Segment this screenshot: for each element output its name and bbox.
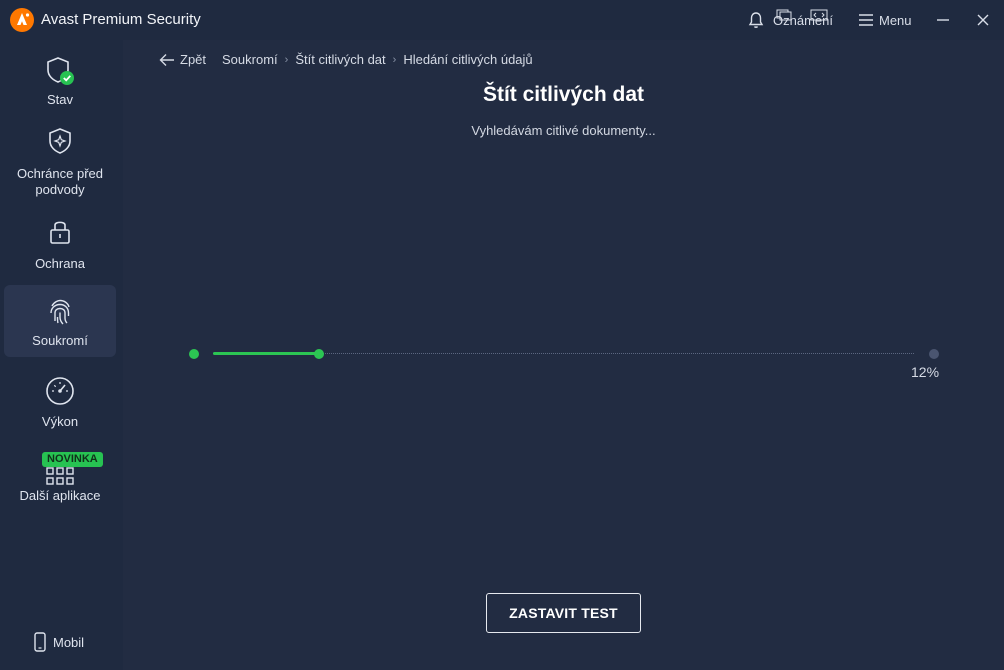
minimize-icon[interactable] bbox=[936, 0, 950, 40]
page-title: Štít citlivých dat bbox=[482, 83, 645, 106]
sidebar-item-label: Ochránce před podvody bbox=[17, 166, 103, 197]
notifications-button[interactable]: Oznámení bbox=[773, 0, 833, 40]
sidebar-item-label: Ochrana bbox=[35, 256, 85, 271]
sidebar-item-label: Soukromí bbox=[32, 333, 88, 348]
lock-icon bbox=[50, 221, 70, 244]
scan-progress-bar bbox=[189, 349, 939, 359]
fingerprint-icon bbox=[50, 299, 70, 325]
arrow-left-icon bbox=[159, 53, 174, 66]
chevron-right-icon: › bbox=[392, 53, 397, 66]
sidebar-item-label: Stav bbox=[46, 92, 73, 107]
bell-icon[interactable] bbox=[746, 0, 766, 40]
shield-check-icon bbox=[47, 57, 74, 85]
sidebar-item-label: Další aplikace bbox=[19, 488, 101, 503]
scan-status: Vyhledávám citlivé dokumenty... bbox=[471, 123, 656, 138]
shield-sparkle-icon bbox=[49, 128, 71, 154]
stop-scan-button[interactable]: ZASTAVIT TEST bbox=[486, 593, 641, 633]
sidebar-item-protection[interactable]: Ochrana bbox=[4, 216, 116, 272]
breadcrumb-item[interactable]: Štít citlivých dat bbox=[295, 52, 385, 67]
menu-button[interactable]: Menu bbox=[879, 0, 912, 40]
mobile-link[interactable]: Mobil bbox=[34, 632, 84, 652]
gauge-icon bbox=[46, 377, 74, 405]
avast-logo-icon bbox=[10, 8, 34, 32]
chevron-right-icon: › bbox=[284, 53, 289, 66]
sidebar: Stav Ochránce před podvody Ochrana Soukr… bbox=[0, 40, 123, 670]
progress-end-dot bbox=[929, 349, 939, 359]
mobile-label: Mobil bbox=[53, 634, 85, 650]
sidebar-item-performance[interactable]: Výkon bbox=[4, 376, 116, 432]
sidebar-item-status[interactable]: Stav bbox=[4, 54, 116, 110]
back-button[interactable]: Zpět bbox=[159, 52, 206, 67]
breadcrumb-item: Hledání citlivých údajů bbox=[403, 52, 533, 67]
progress-fill bbox=[213, 352, 319, 355]
back-label: Zpět bbox=[180, 52, 207, 67]
apps-grid-icon bbox=[46, 467, 74, 485]
menu-icon[interactable] bbox=[858, 0, 874, 40]
progress-percent: 12% bbox=[911, 364, 940, 380]
progress-start-dot bbox=[189, 349, 199, 359]
app-title: Avast Premium Security bbox=[41, 11, 201, 28]
main-content: Zpět Soukromí › Štít citlivých dat › Hle… bbox=[123, 40, 1004, 670]
title-bar: Avast Premium Security Oznámení Menu bbox=[0, 0, 1004, 40]
sidebar-item-label: Výkon bbox=[41, 414, 79, 429]
breadcrumb-item[interactable]: Soukromí bbox=[222, 52, 278, 67]
close-icon[interactable] bbox=[976, 0, 990, 40]
sidebar-item-scam-guardian[interactable]: Ochránce před podvody bbox=[4, 126, 116, 198]
new-badge: NOVINKA bbox=[42, 452, 103, 467]
sidebar-item-privacy[interactable]: Soukromí bbox=[4, 285, 116, 357]
sidebar-item-more-apps[interactable]: NOVINKA Další aplikace bbox=[4, 452, 116, 508]
breadcrumb: Zpět Soukromí › Štít citlivých dat › Hle… bbox=[159, 52, 533, 67]
phone-icon bbox=[34, 632, 46, 652]
progress-head-dot bbox=[314, 349, 324, 359]
